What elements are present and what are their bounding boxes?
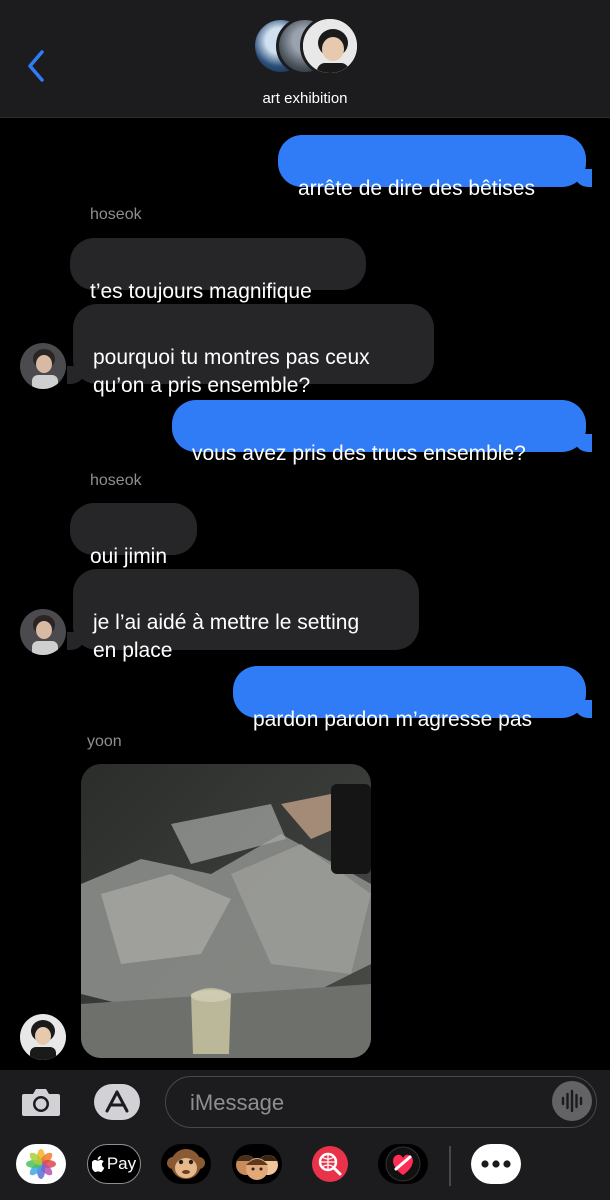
message-input-field[interactable] [165,1076,597,1128]
digital-touch-icon [385,1146,421,1182]
divider [449,1146,451,1186]
photos-app-button[interactable] [16,1144,66,1184]
app-store-button[interactable] [94,1084,140,1120]
digital-touch-button[interactable] [378,1144,428,1184]
contact-avatar[interactable] [20,343,66,389]
group-avatar-stack[interactable] [252,16,360,79]
web-search-button[interactable] [305,1144,355,1184]
person-portrait-icon [20,609,66,655]
incoming-message[interactable]: oui jimin [70,503,197,568]
person-portrait-icon [20,343,66,389]
incoming-message[interactable]: pourquoi tu montres pas ceux qu’on a pri… [67,304,434,397]
more-icon [481,1160,511,1168]
person-portrait-icon [20,1014,66,1060]
sender-name: hoseok [90,206,142,223]
photo-attachment[interactable] [81,764,371,1058]
message-text: oui jimin [90,545,168,568]
message-text: je l’ai aidé à mettre le setting en plac… [93,611,360,662]
person-portrait-icon [303,19,357,73]
memoji-icon [236,1155,278,1180]
message-text: t’es toujours magnifique [90,280,312,303]
message-input[interactable] [188,1077,532,1128]
monkey-icon [167,1149,205,1179]
contact-avatar[interactable] [20,609,66,655]
message-text: pardon pardon m’agresse pas [253,708,533,731]
camera-button[interactable] [20,1084,62,1120]
more-apps-button[interactable] [471,1144,521,1184]
app-drawer: Pay [0,1134,610,1200]
avatar [300,16,360,76]
conversation-title[interactable]: art exhibition [0,90,610,107]
outgoing-message[interactable]: pardon pardon m’agresse pas [233,666,592,731]
sender-name: yoon [87,733,122,750]
app-store-icon [105,1090,129,1113]
chevron-left-icon [28,50,44,82]
incoming-message[interactable]: t’es toujours magnifique [70,238,366,303]
camera-icon [22,1089,60,1116]
back-button[interactable] [20,46,54,86]
incoming-message[interactable]: je l’ai aidé à mettre le setting en plac… [67,569,419,662]
message-composer [0,1070,610,1134]
apple-pay-button[interactable]: Pay [87,1144,141,1184]
apple-logo-icon [91,1156,105,1172]
outgoing-message[interactable]: vous avez pris des trucs ensemble? [172,400,592,465]
message-thread[interactable]: arrête de dire des bêtises hoseok t’es t… [0,118,610,1070]
message-text: vous avez pris des trucs ensemble? [192,442,526,465]
sender-name: hoseok [90,472,142,489]
conversation-header: art exhibition [0,0,610,118]
apple-pay-label: Pay [106,1154,137,1173]
photo-image [81,764,371,1058]
photos-icon [26,1149,56,1179]
message-text: pourquoi tu montres pas ceux qu’on a pri… [93,346,370,397]
waveform-icon [561,1089,583,1113]
animoji-button[interactable] [161,1144,211,1184]
audio-message-button[interactable] [552,1081,592,1121]
message-text: arrête de dire des bêtises [298,177,535,200]
memoji-stickers-button[interactable] [232,1144,282,1184]
contact-avatar[interactable] [20,1014,66,1060]
outgoing-message[interactable]: arrête de dire des bêtises [278,135,592,200]
web-search-icon [312,1146,348,1182]
